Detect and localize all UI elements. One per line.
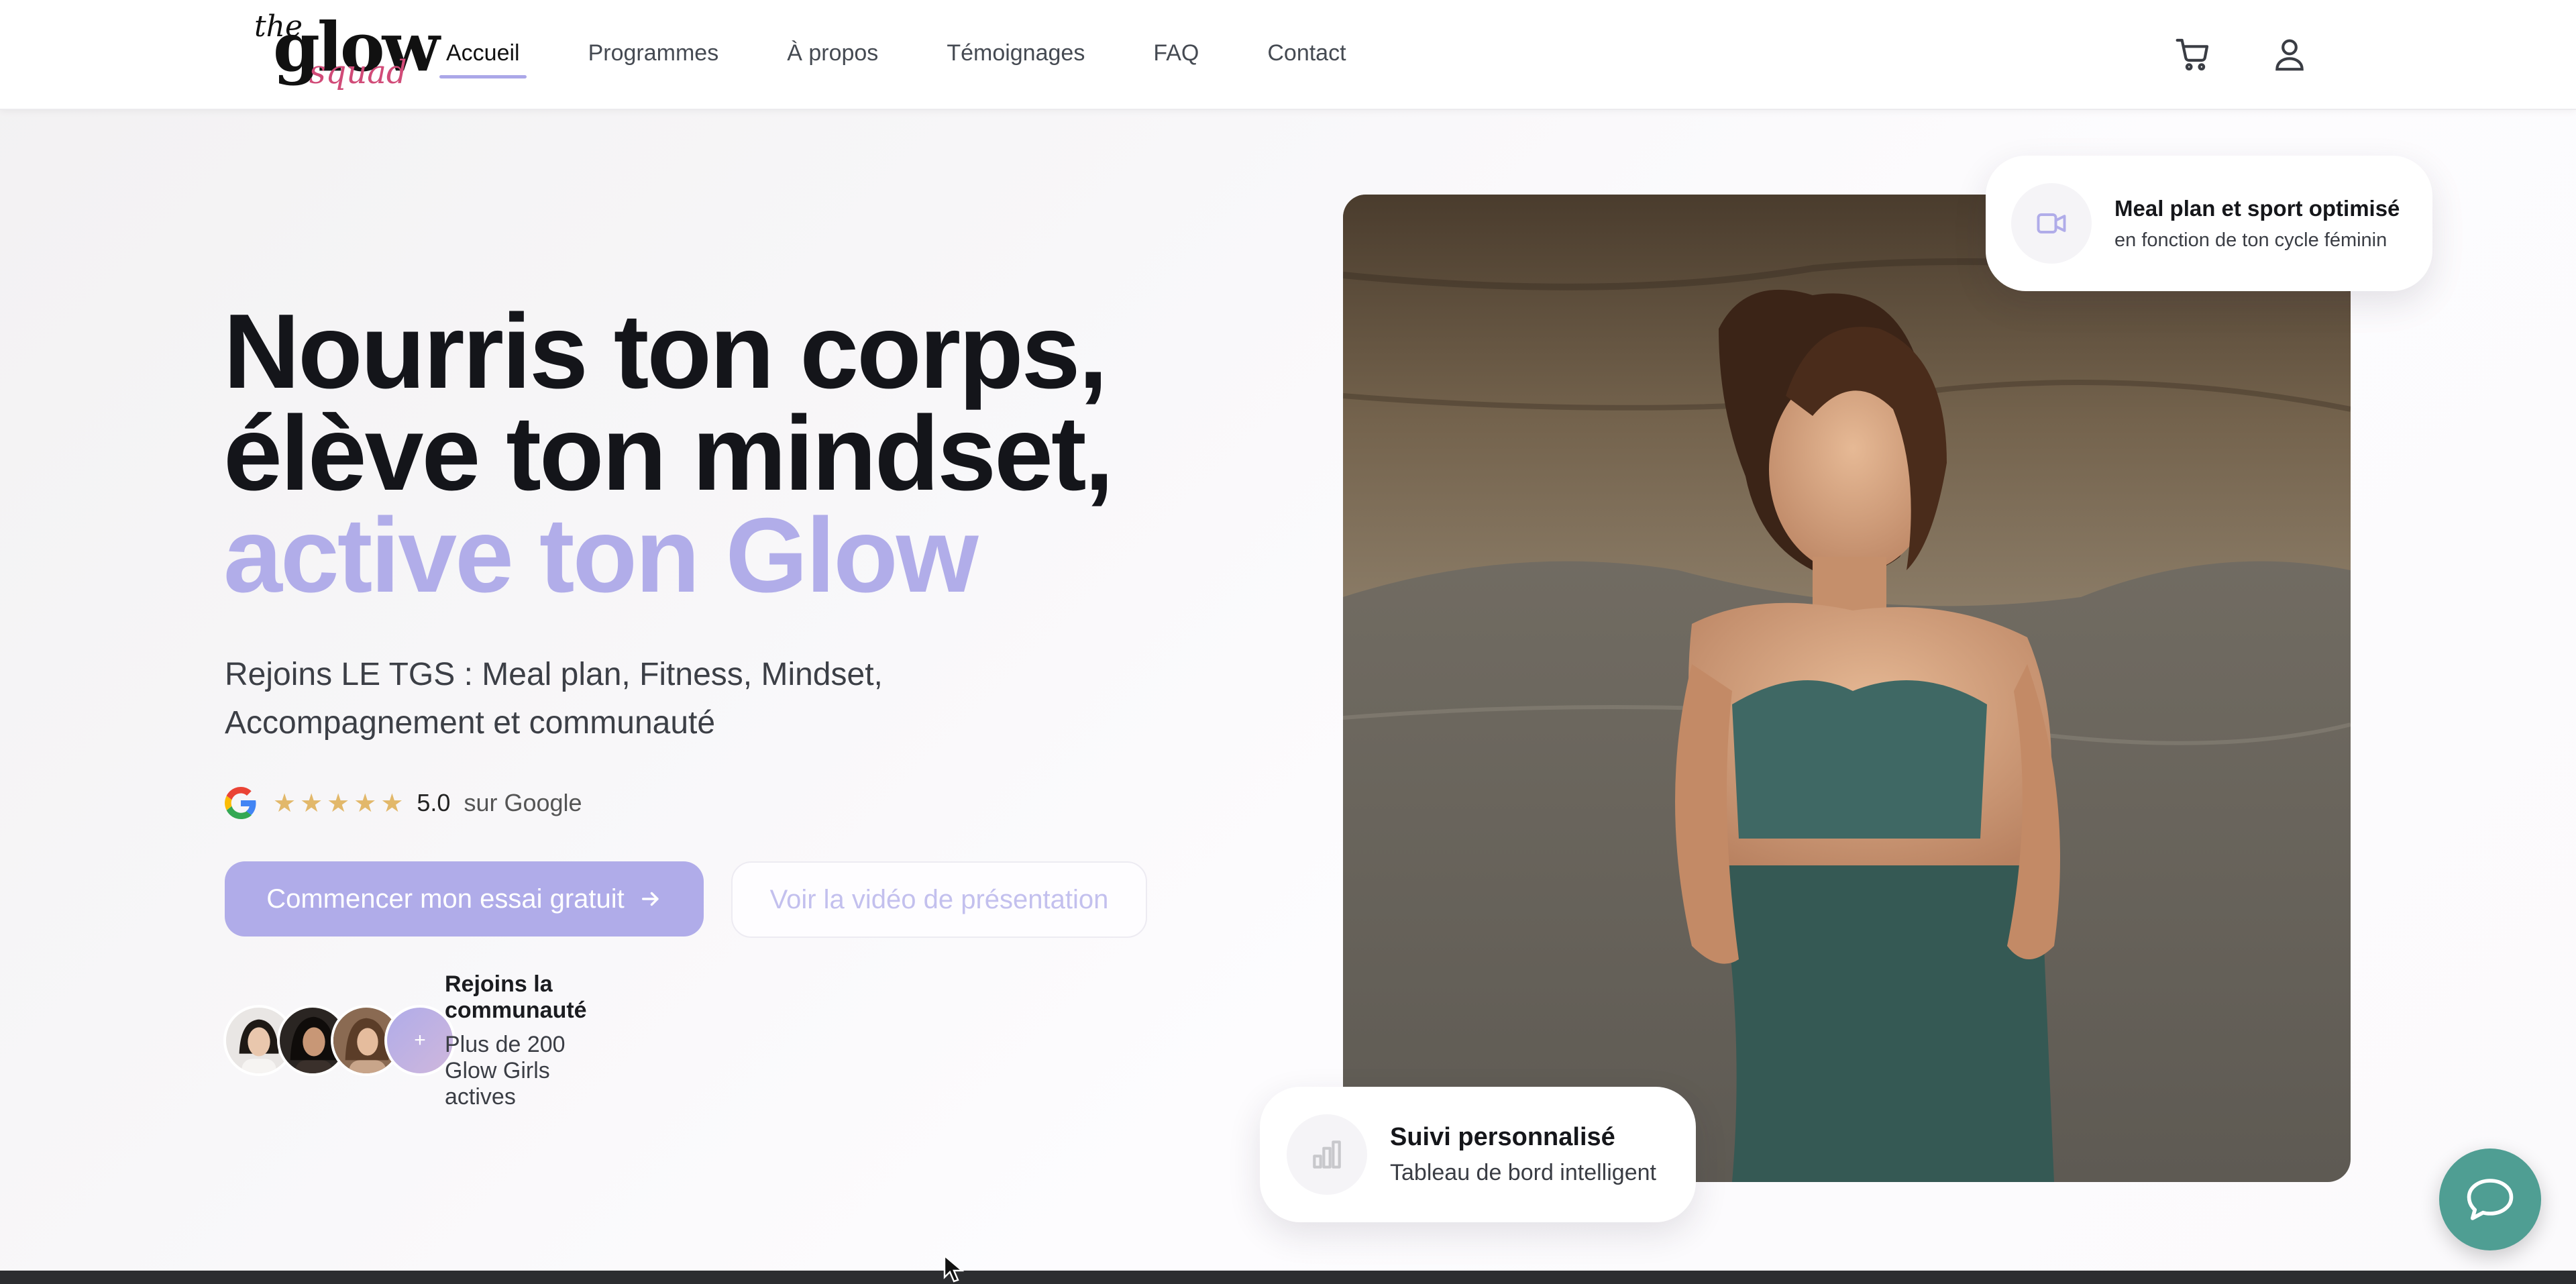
nav-item-accueil[interactable]: Accueil: [439, 40, 527, 78]
google-icon: [225, 787, 256, 819]
community-block: + Rejoins la communauté Plus de 200 Glow…: [223, 971, 587, 1110]
start-free-trial-label: Commencer mon essai gratuit: [266, 884, 625, 914]
tracking-card: Suivi personnalisé Tableau de bord intel…: [1260, 1087, 1696, 1222]
meal-plan-card-text: Meal plan et sport optimisé en fonction …: [2114, 196, 2400, 252]
nav-item-programmes[interactable]: Programmes: [588, 40, 719, 66]
hero-title-line-1: Nourris ton corps,: [223, 292, 1108, 411]
rating-source: sur Google: [464, 789, 582, 816]
tracking-card-text: Suivi personnalisé Tableau de bord intel…: [1390, 1123, 1656, 1186]
header-actions: [2172, 34, 2310, 75]
hero-title: Nourris ton corps, élève ton mindset, ac…: [223, 292, 1114, 614]
star-icon: ★: [327, 788, 350, 818]
star-icon: ★: [300, 788, 323, 818]
tracking-card-title: Suivi personnalisé: [1390, 1123, 1615, 1151]
site-header: the glow squad Accueil Programmes À prop…: [0, 0, 2576, 110]
star-icon: ★: [273, 788, 297, 818]
hero-subtitle: Rejoins LE TGS : Meal plan, Fitness, Min…: [225, 651, 963, 747]
tracking-card-subtitle: Tableau de bord intelligent: [1390, 1160, 1656, 1185]
hero-title-line-3: active ton Glow: [223, 496, 979, 614]
video-icon: [2011, 183, 2092, 264]
chat-bubble-icon: [2467, 1179, 2514, 1220]
community-text: Rejoins la communauté Plus de 200 Glow G…: [445, 971, 587, 1110]
hero-subtitle-line-2: Accompagnement et communauté: [225, 705, 716, 741]
meal-plan-card-title: Meal plan et sport optimisé: [2114, 195, 2400, 221]
star-icon: ★: [354, 788, 377, 818]
main-nav: Accueil Programmes À propos Témoignages …: [439, 40, 1415, 78]
community-subtitle: Plus de 200 Glow Girls actives: [445, 1031, 566, 1110]
start-free-trial-button[interactable]: Commencer mon essai gratuit: [225, 861, 704, 937]
page: the glow squad Accueil Programmes À prop…: [0, 0, 2576, 1284]
community-title: Rejoins la communauté: [445, 971, 587, 1023]
rating-score: 5.0: [417, 789, 451, 816]
watch-video-button[interactable]: Voir la vidéo de présentation: [731, 861, 1147, 938]
star-rating: ★ ★ ★ ★ ★: [273, 790, 403, 816]
hero-photo: [1343, 195, 2351, 1182]
hero-subtitle-line-1: Rejoins LE TGS : Meal plan, Fitness, Min…: [225, 657, 883, 692]
meal-plan-card-subtitle: en fonction de ton cycle féminin: [2114, 229, 2387, 251]
arrow-right-icon: [641, 892, 659, 906]
nav-item-contact[interactable]: Contact: [1267, 40, 1346, 66]
nav-item-temoignages[interactable]: Témoignages: [947, 40, 1085, 66]
cart-icon[interactable]: [2172, 34, 2214, 75]
window-bottom-edge: [0, 1271, 2576, 1284]
google-rating: ★ ★ ★ ★ ★ 5.0 sur Google: [225, 785, 582, 821]
nav-item-a-propos[interactable]: À propos: [787, 40, 878, 66]
user-icon[interactable]: [2269, 34, 2310, 75]
bar-chart-icon: [1287, 1114, 1367, 1195]
star-icon: ★: [380, 788, 404, 818]
mouse-cursor-icon: [943, 1254, 965, 1283]
glow-squad-logo[interactable]: the glow squad: [252, 9, 440, 97]
meal-plan-card: Meal plan et sport optimisé en fonction …: [1986, 156, 2432, 291]
nav-item-faq[interactable]: FAQ: [1153, 40, 1199, 66]
logo-squad-text: squad: [309, 54, 407, 91]
watch-video-label: Voir la vidéo de présentation: [769, 884, 1109, 914]
hero-title-line-2: élève ton mindset,: [223, 394, 1114, 513]
chat-button[interactable]: [2439, 1148, 2541, 1250]
